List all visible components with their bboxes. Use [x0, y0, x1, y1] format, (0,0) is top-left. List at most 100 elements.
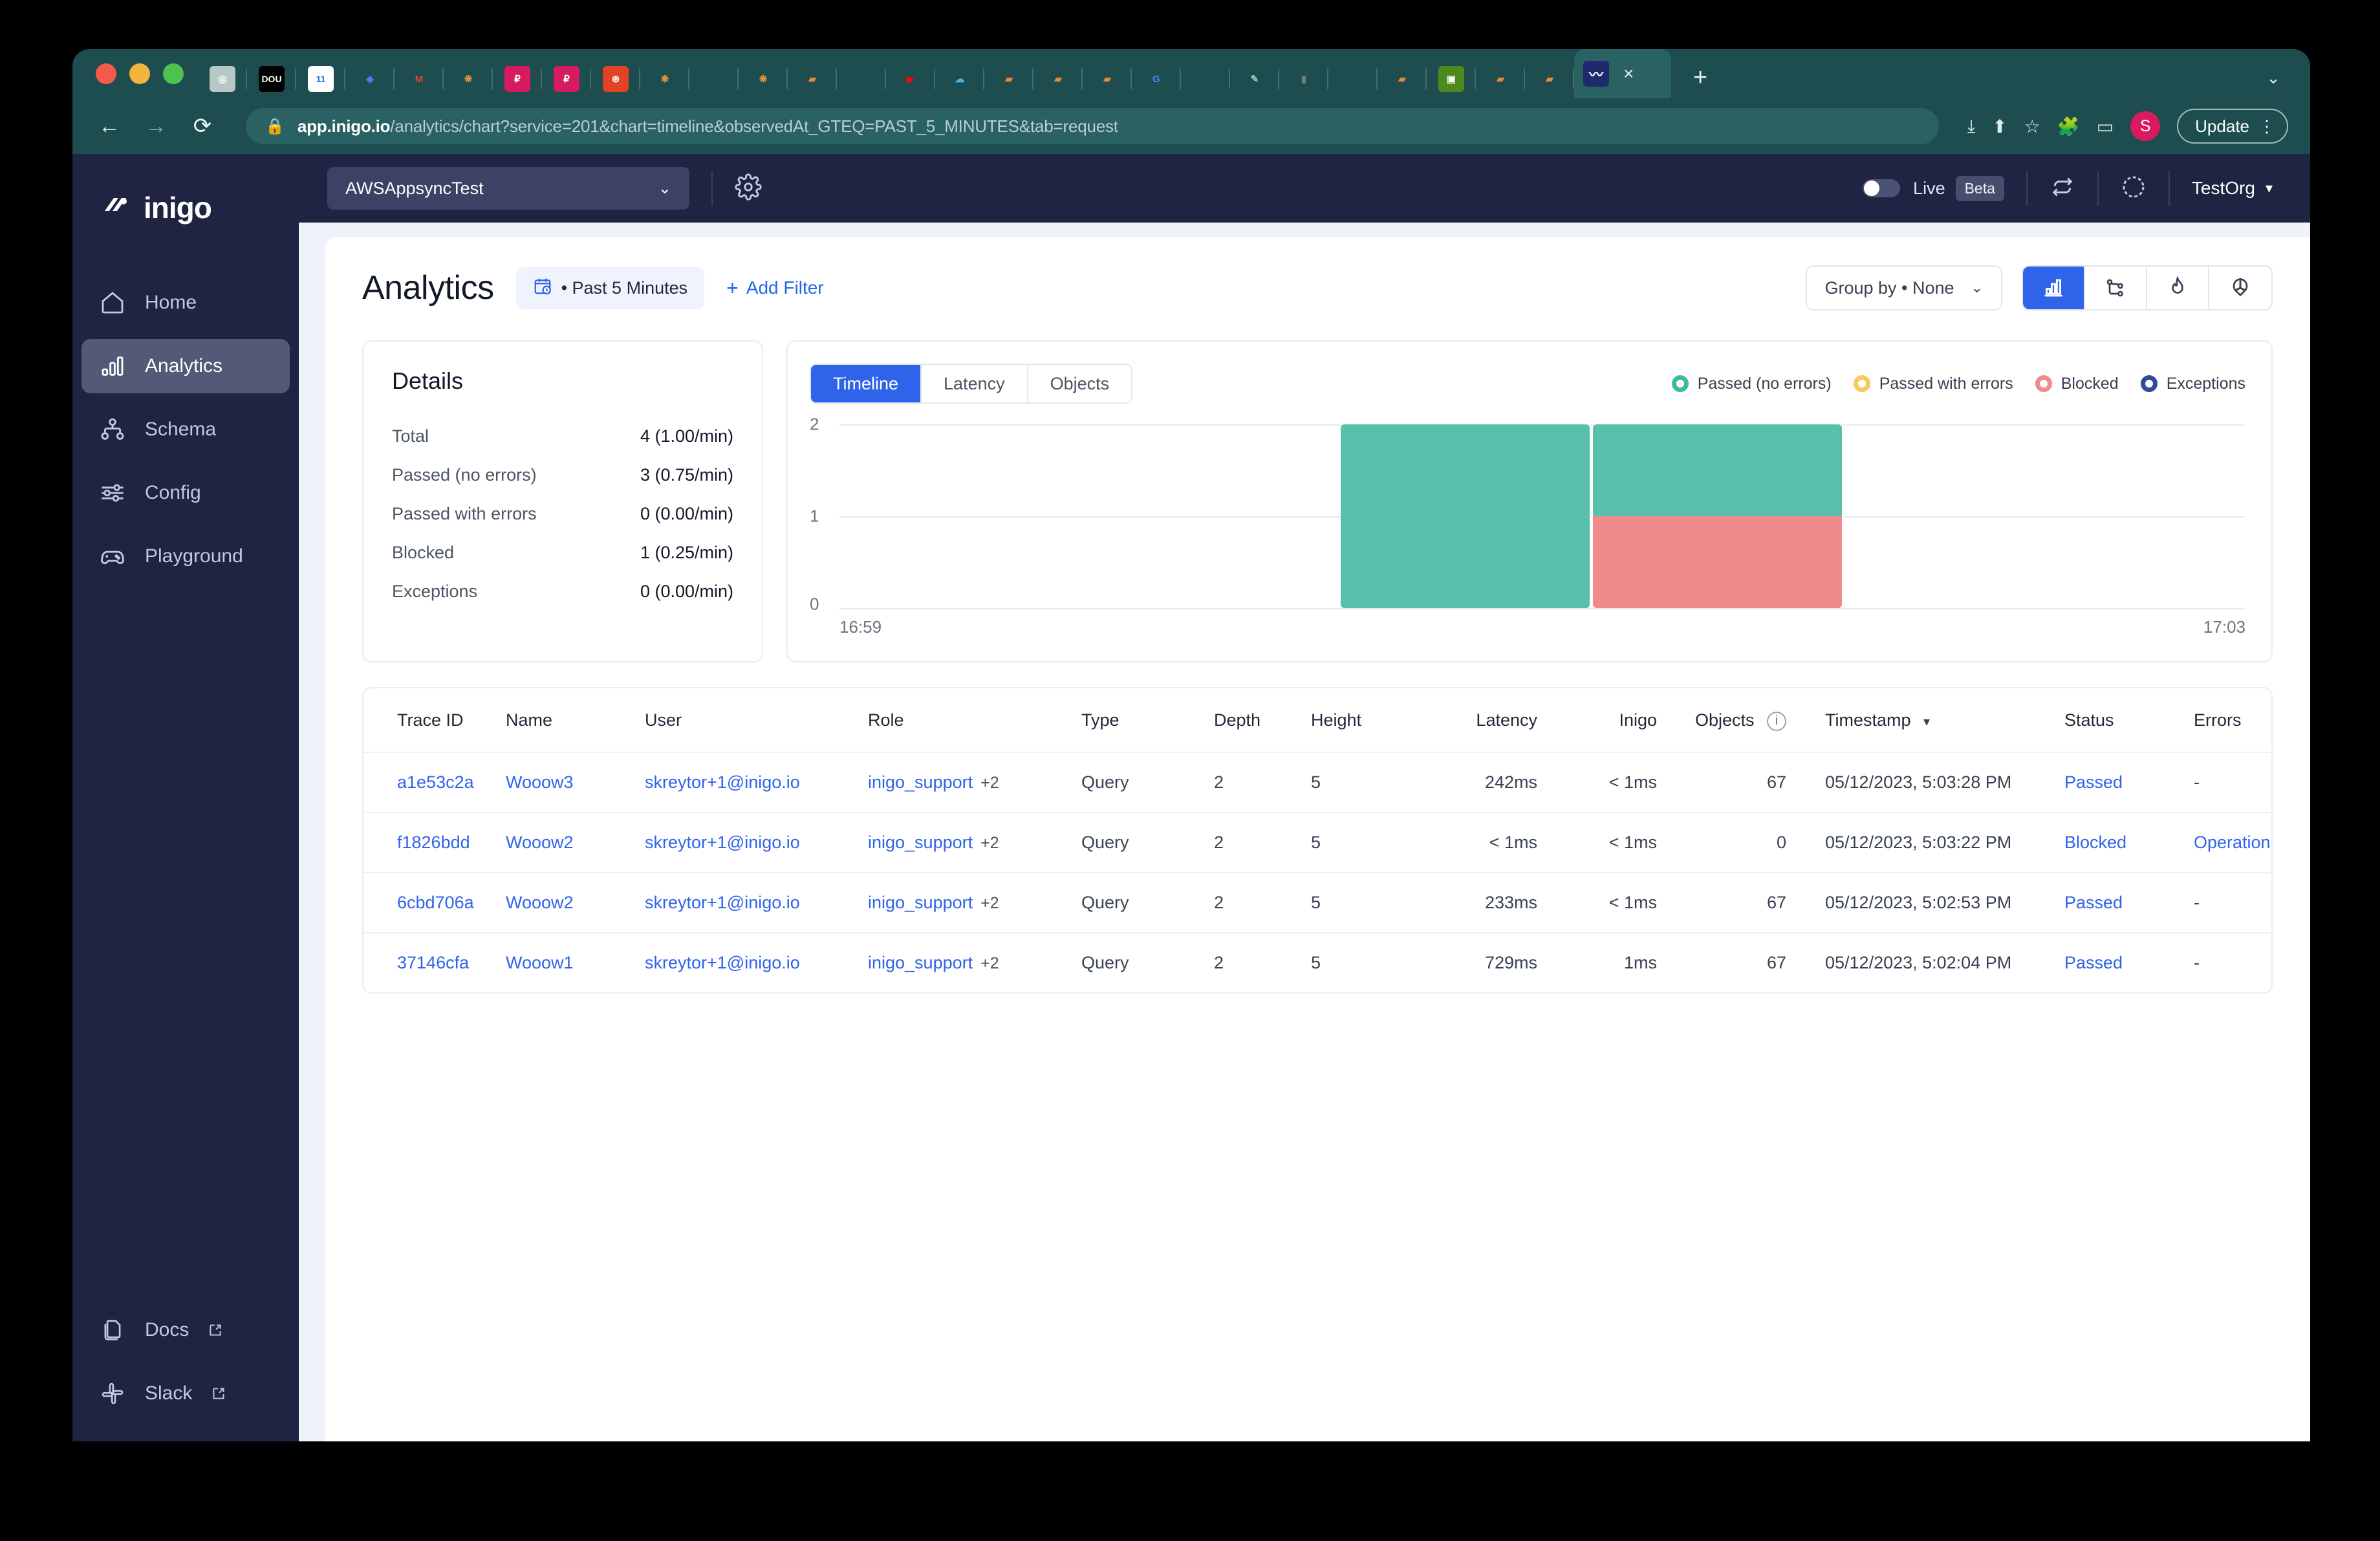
brand-logo[interactable]: inigo [72, 185, 299, 230]
bookmark-star-icon[interactable]: ☆ [2024, 116, 2040, 137]
browser-tab[interactable]: ❋ [739, 60, 788, 98]
browser-tab[interactable]: ❋ [444, 60, 493, 98]
refresh-icon[interactable] [2050, 174, 2075, 203]
update-button[interactable]: Update ⋮ [2177, 109, 2288, 144]
tree-view-button[interactable] [2085, 267, 2147, 309]
pie-chart-view-button[interactable] [2209, 267, 2271, 309]
cell-user[interactable]: skreytor+1@inigo.io [645, 872, 868, 934]
back-button[interactable]: ← [94, 114, 124, 139]
column-header-objects[interactable]: Objects i [1657, 688, 1786, 753]
browser-tab[interactable]: ▶ [886, 60, 935, 98]
cell-user[interactable]: skreytor+1@inigo.io [645, 812, 868, 873]
browser-tab[interactable]: 11 [296, 60, 345, 98]
sidebar-item-playground[interactable]: Playground [81, 529, 290, 584]
sidebar-item-home[interactable]: Home [81, 276, 290, 330]
column-header-inigo[interactable]: Inigo [1537, 688, 1657, 753]
browser-tab[interactable]: M [395, 60, 444, 98]
table-row[interactable]: 6cbd706a Wooow2 skreytor+1@inigo.io inigo_s… [363, 872, 2271, 934]
cell-role[interactable]: inigo_support +2 [868, 752, 1081, 813]
active-tab-inigo[interactable]: 〰 × [1574, 49, 1671, 98]
window-controls[interactable] [91, 49, 198, 98]
chart-bar[interactable] [1341, 424, 1590, 608]
info-icon[interactable]: i [1767, 711, 1786, 731]
minimize-window-button[interactable] [129, 63, 150, 84]
browser-tab[interactable]: ☁ [935, 60, 984, 98]
cell-user[interactable]: skreytor+1@inigo.io [645, 752, 868, 813]
gear-icon[interactable] [735, 173, 762, 204]
side-panel-icon[interactable]: ▭ [2097, 116, 2114, 137]
browser-tab[interactable] [1328, 60, 1378, 98]
browser-menu-icon[interactable]: ⋮ [2258, 116, 2275, 137]
browser-tab[interactable]: ▰ [1083, 60, 1132, 98]
tab-timeline[interactable]: Timeline [811, 365, 922, 402]
table-row[interactable]: f1826bdd Wooow2 skreytor+1@inigo.io inigo_s… [363, 812, 2271, 873]
column-header-name[interactable]: Name [506, 688, 645, 753]
column-header-user[interactable]: User [645, 688, 868, 753]
share-icon[interactable]: ⬆ [1992, 116, 2007, 137]
browser-tab[interactable]: ▰ [1476, 60, 1525, 98]
browser-tab[interactable]: ₽ [493, 60, 542, 98]
cell-name[interactable]: Wooow2 [506, 812, 645, 873]
browser-tab[interactable]: G [1132, 60, 1181, 98]
tab-list-chevron-icon[interactable]: ⌄ [2266, 68, 2280, 88]
cell-name[interactable]: Wooow3 [506, 752, 645, 813]
browser-tab[interactable] [1181, 60, 1230, 98]
bar-chart-view-button[interactable] [2023, 267, 2085, 309]
org-menu[interactable]: TestOrg ▾ [2192, 178, 2273, 199]
browser-tab[interactable]: DOU [247, 60, 296, 98]
legend-item[interactable]: Blocked [2035, 375, 2119, 393]
column-header-type[interactable]: Type [1081, 688, 1214, 753]
service-select[interactable]: AWSAppsyncTest ⌄ [327, 167, 689, 210]
legend-item[interactable]: Passed with errors [1853, 375, 2013, 393]
profile-avatar[interactable]: S [2130, 111, 2161, 141]
browser-tab[interactable]: ◆ [345, 60, 395, 98]
legend-item[interactable]: Exceptions [2140, 375, 2245, 393]
column-header-role[interactable]: Role [868, 688, 1081, 753]
column-header-status[interactable]: Status [2064, 688, 2194, 753]
extensions-puzzle-icon[interactable]: 🧩 [2057, 116, 2080, 137]
browser-tab[interactable]: ✎ [1230, 60, 1279, 98]
close-tab-icon[interactable]: × [1623, 65, 1634, 83]
install-app-icon[interactable]: ⤓ [1967, 116, 1975, 137]
column-header-trace-id[interactable]: Trace ID [363, 688, 506, 753]
live-toggle[interactable] [1863, 179, 1901, 197]
cell-status[interactable]: Blocked [2064, 812, 2194, 873]
sidebar-item-analytics[interactable]: Analytics [81, 339, 290, 393]
cell-status[interactable]: Passed [2064, 752, 2194, 813]
column-header-height[interactable]: Height [1311, 688, 1411, 753]
sidebar-item-slack[interactable]: Slack [81, 1375, 290, 1412]
table-row[interactable]: 37146cfa Wooow1 skreytor+1@inigo.io inigo_s… [363, 933, 2271, 992]
browser-tab[interactable]: ₽ [542, 60, 591, 98]
column-header-errors[interactable]: Errors [2194, 688, 2271, 753]
browser-tab[interactable] [689, 60, 739, 98]
column-header-depth[interactable]: Depth [1214, 688, 1311, 753]
cell-role[interactable]: inigo_support +2 [868, 872, 1081, 934]
cell-errors[interactable]: Operation [2194, 812, 2271, 873]
address-bar[interactable]: 🔒 app.inigo.io/analytics/chart?service=2… [246, 108, 1939, 144]
cell-user[interactable]: skreytor+1@inigo.io [645, 933, 868, 992]
cell-status[interactable]: Passed [2064, 933, 2194, 992]
browser-tab[interactable] [837, 60, 886, 98]
tab-latency[interactable]: Latency [922, 365, 1028, 402]
cell-role[interactable]: inigo_support +2 [868, 933, 1081, 992]
add-filter-button[interactable]: + Add Filter [726, 276, 824, 300]
cell-name[interactable]: Wooow2 [506, 872, 645, 934]
browser-tab[interactable]: ▮ [1279, 60, 1328, 98]
cell-trace-id[interactable]: f1826bdd [363, 812, 506, 873]
cell-status[interactable]: Passed [2064, 872, 2194, 934]
cell-role[interactable]: inigo_support +2 [868, 812, 1081, 873]
tab-objects[interactable]: Objects [1028, 365, 1132, 402]
cell-trace-id[interactable]: 6cbd706a [363, 872, 506, 934]
sidebar-item-config[interactable]: Config [81, 466, 290, 520]
flame-graph-view-button[interactable] [2147, 267, 2209, 309]
sidebar-item-docs[interactable]: Docs [81, 1312, 290, 1348]
column-header-timestamp[interactable]: Timestamp ▾ [1786, 688, 2064, 753]
time-range-filter[interactable]: • Past 5 Minutes [515, 267, 705, 309]
close-window-button[interactable] [96, 63, 116, 84]
forward-button[interactable]: → [141, 114, 171, 139]
reload-button[interactable]: ⟳ [188, 113, 217, 139]
browser-tab[interactable]: ◎ [198, 60, 247, 98]
browser-tab[interactable]: ▰ [1033, 60, 1083, 98]
new-tab-button[interactable]: + [1693, 64, 1707, 92]
legend-item[interactable]: Passed (no errors) [1671, 375, 1832, 393]
